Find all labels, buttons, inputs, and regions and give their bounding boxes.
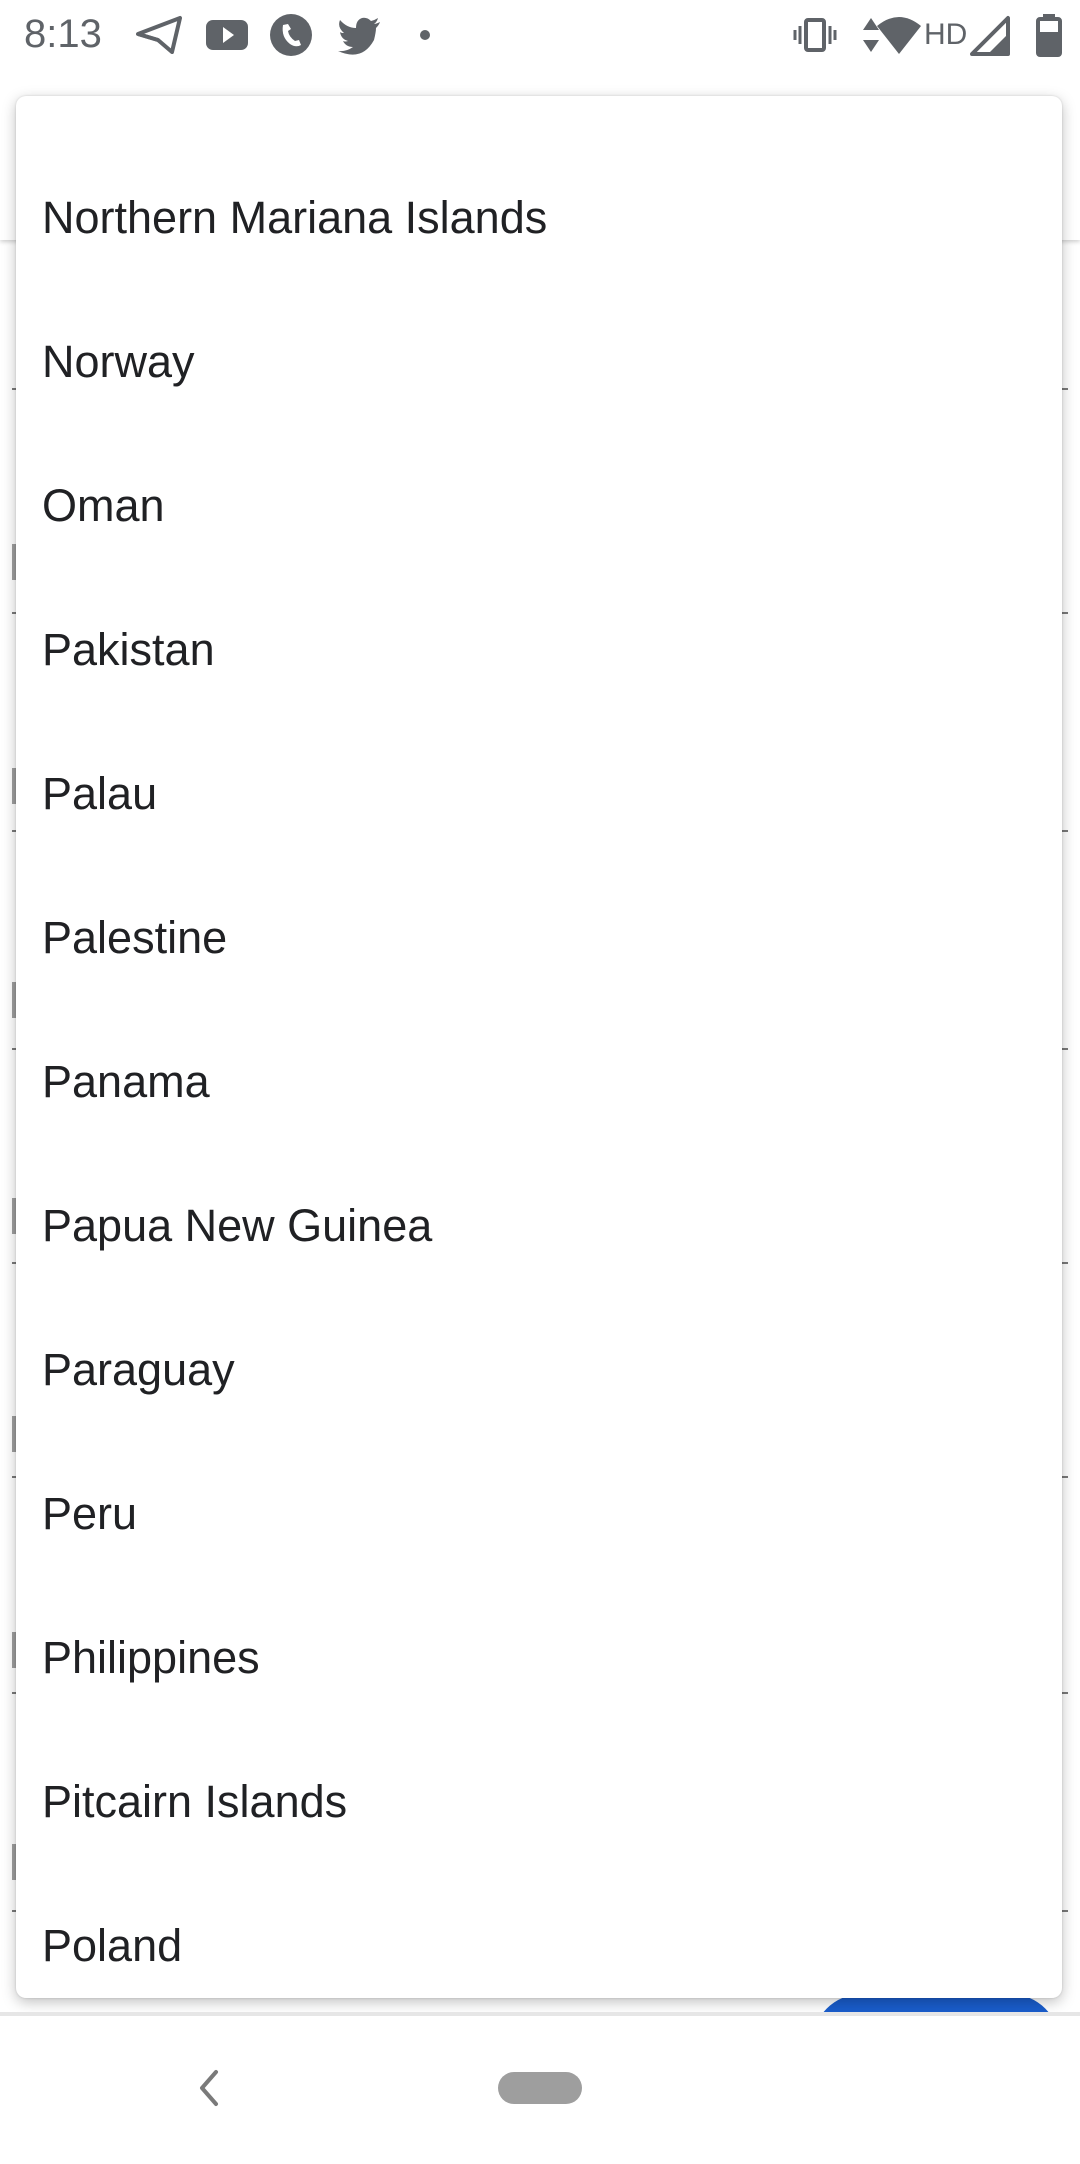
send-icon [136, 16, 182, 54]
youtube-icon [206, 20, 248, 50]
country-option-oman[interactable]: Oman [16, 434, 1062, 578]
country-dropdown-menu[interactable]: North Korea Northern Mariana Islands Nor… [16, 96, 1062, 1998]
twitter-icon [338, 17, 380, 55]
vibrate-icon [793, 18, 837, 52]
back-icon[interactable] [188, 2060, 228, 2116]
phone-icon [270, 14, 312, 56]
country-option-palestine[interactable]: Palestine [16, 866, 1062, 1010]
country-option-pitcairn-islands[interactable]: Pitcairn Islands [16, 1730, 1062, 1874]
country-option-panama[interactable]: Panama [16, 1010, 1062, 1154]
signal-icon [970, 16, 1010, 56]
dot-icon [420, 30, 430, 40]
country-option-paraguay[interactable]: Paraguay [16, 1298, 1062, 1442]
country-option-papua-new-guinea[interactable]: Papua New Guinea [16, 1154, 1062, 1298]
country-option-northern-mariana-islands[interactable]: Northern Mariana Islands [16, 146, 1062, 290]
country-option-list: North Korea Northern Mariana Islands Nor… [16, 96, 1062, 1998]
country-option-peru[interactable]: Peru [16, 1442, 1062, 1586]
country-option-palau[interactable]: Palau [16, 722, 1062, 866]
country-option-norway[interactable]: Norway [16, 290, 1062, 434]
status-time: 8:13 [24, 12, 102, 56]
home-pill-icon[interactable] [498, 2072, 582, 2104]
country-option-pakistan[interactable]: Pakistan [16, 578, 1062, 722]
country-option-north-korea[interactable]: North Korea [16, 96, 1062, 146]
country-option-poland[interactable]: Poland [16, 1874, 1062, 1998]
country-option-philippines[interactable]: Philippines [16, 1586, 1062, 1730]
battery-icon [1036, 14, 1062, 57]
wifi-icon [877, 17, 921, 54]
system-nav-bar [0, 2012, 1080, 2164]
status-bar: 8:13 HD [0, 0, 1080, 72]
network-label: HD [924, 18, 968, 51]
